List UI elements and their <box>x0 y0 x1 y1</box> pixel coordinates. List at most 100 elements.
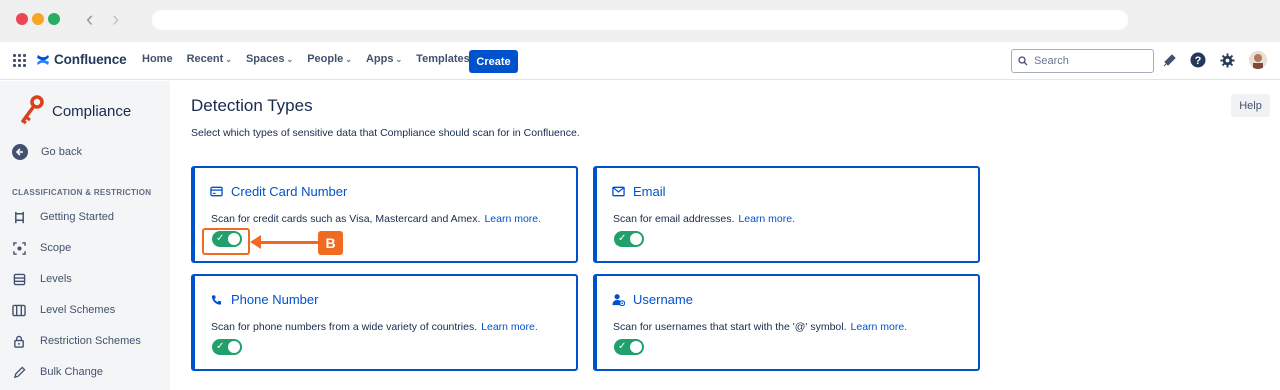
sidebar-item-level-schemes[interactable]: Level Schemes <box>12 303 115 317</box>
chevron-down-icon: ⌄ <box>345 54 352 64</box>
app-window: ‹ › Confluence Home Recent ⌄ Spaces ⌄ People ⌄… <box>0 0 1280 390</box>
go-back-link[interactable]: Go back <box>12 144 82 160</box>
browser-chrome: ‹ › <box>0 0 1280 42</box>
check-icon: ✓ <box>216 341 225 352</box>
detection-card-email: Email Scan for email addresses. Learn more… <box>593 166 980 263</box>
scope-icon <box>12 241 26 255</box>
flag-icon <box>12 210 26 224</box>
nav-item-label: Templates <box>416 53 470 65</box>
compliance-key-logo-icon <box>21 95 44 125</box>
close-window-button[interactable] <box>16 13 28 25</box>
app-title: Compliance <box>52 103 132 120</box>
nav-item-label: Recent <box>186 53 224 65</box>
card-description: Scan for phone numbers from a wide varie… <box>211 321 538 333</box>
envelope-icon <box>611 185 625 199</box>
learn-more-link[interactable]: Learn more. <box>484 213 541 225</box>
sidebar-item-levels[interactable]: Levels <box>12 272 72 286</box>
card-title: Email <box>633 184 666 199</box>
lock-icon <box>12 334 26 348</box>
toggle-knob <box>630 341 642 353</box>
confluence-logo-icon <box>37 54 49 65</box>
card-description: Scan for email addresses. Learn more. <box>613 213 795 225</box>
help-icon[interactable]: ? <box>1189 51 1207 69</box>
detection-card-phone-number: Phone Number Scan for phone numbers from … <box>191 274 578 371</box>
maximize-window-button[interactable] <box>48 13 60 25</box>
check-icon: ✓ <box>618 341 627 352</box>
sidebar-item-scope[interactable]: Scope <box>12 241 71 255</box>
toggle-knob <box>228 341 240 353</box>
nav-item-recent[interactable]: Recent ⌄ <box>187 53 232 65</box>
check-icon: ✓ <box>618 233 627 244</box>
card-header: Username <box>611 292 693 307</box>
card-description: Scan for usernames that start with the '… <box>613 321 907 333</box>
sidebar-section-heading: CLASSIFICATION & RESTRICTION <box>12 188 152 197</box>
learn-more-link[interactable]: Learn more. <box>481 321 538 333</box>
go-back-label: Go back <box>41 146 82 158</box>
level-schemes-icon <box>12 303 26 317</box>
card-description-text: Scan for credit cards such as Visa, Mast… <box>211 213 481 225</box>
credit-card-icon <box>209 185 223 199</box>
pencil-icon <box>12 365 26 379</box>
search-icon <box>1018 56 1028 66</box>
card-description: Scan for credit cards such as Visa, Mast… <box>211 213 541 225</box>
nav-menu: Home Recent ⌄ Spaces ⌄ People ⌄ Apps ⌄ Templates <box>142 53 484 65</box>
confluence-logo[interactable]: Confluence <box>36 52 127 67</box>
sidebar-item-getting-started[interactable]: Getting Started <box>12 210 114 224</box>
card-description-text: Scan for usernames that start with the '… <box>613 321 847 333</box>
search-input[interactable]: Search <box>1011 49 1154 73</box>
address-bar[interactable] <box>152 10 1128 30</box>
detection-toggle[interactable]: ✓ <box>614 231 644 247</box>
detection-toggle[interactable]: ✓ <box>212 339 242 355</box>
learn-more-link[interactable]: Learn more. <box>851 321 908 333</box>
sidebar-item-label: Getting Started <box>40 211 114 223</box>
help-button[interactable]: Help <box>1231 94 1270 117</box>
top-navigation: Confluence Home Recent ⌄ Spaces ⌄ People ⌄ Apps… <box>0 42 1280 80</box>
chevron-down-icon: ⌄ <box>395 54 403 64</box>
levels-icon <box>12 272 26 286</box>
annotation-badge: B <box>318 231 343 255</box>
svg-text:?: ? <box>1195 55 1202 67</box>
annotation-highlight-box <box>202 228 250 255</box>
toggle-knob <box>630 233 642 245</box>
nav-item-home[interactable]: Home <box>142 53 173 65</box>
detection-toggle[interactable]: ✓ <box>614 339 644 355</box>
card-title: Username <box>633 292 693 307</box>
create-button[interactable]: Create <box>469 50 518 73</box>
sidebar-item-label: Level Schemes <box>40 304 116 316</box>
nav-item-spaces[interactable]: Spaces ⌄ <box>246 53 293 65</box>
settings-gear-icon[interactable] <box>1218 51 1236 69</box>
card-description-text: Scan for email addresses. <box>613 213 735 225</box>
browser-forward-icon[interactable]: › <box>112 8 119 30</box>
browser-back-icon[interactable]: ‹ <box>86 8 93 30</box>
phone-icon <box>209 293 223 307</box>
sidebar-item-label: Levels <box>40 273 72 285</box>
notifications-icon[interactable] <box>1161 51 1179 69</box>
user-avatar[interactable] <box>1249 51 1267 69</box>
nav-item-label: Spaces <box>245 53 285 65</box>
sidebar-item-label: Restriction Schemes <box>40 335 141 347</box>
sidebar: Compliance Go back CLASSIFICATION & REST… <box>0 81 170 390</box>
sidebar-item-label: Scope <box>40 242 72 254</box>
page-title: Detection Types <box>191 96 313 115</box>
card-header: Credit Card Number <box>209 184 347 199</box>
nav-item-label: People <box>307 53 344 65</box>
learn-more-link[interactable]: Learn more. <box>738 213 795 225</box>
app-switcher-icon[interactable] <box>13 54 27 68</box>
minimize-window-button[interactable] <box>32 13 44 25</box>
card-header: Phone Number <box>209 292 318 307</box>
card-title: Phone Number <box>231 292 319 307</box>
detection-card-username: Username Scan for usernames that start wi… <box>593 274 980 371</box>
nav-item-people[interactable]: People ⌄ <box>307 53 352 65</box>
nav-item-templates[interactable]: Templates <box>416 53 470 65</box>
chevron-down-icon: ⌄ <box>225 54 232 64</box>
sidebar-item-bulk-change[interactable]: Bulk Change <box>12 365 103 379</box>
sidebar-item-restriction-schemes[interactable]: Restriction Schemes <box>12 334 141 348</box>
chevron-down-icon: ⌄ <box>286 54 294 64</box>
nav-item-apps[interactable]: Apps ⌄ <box>366 53 402 65</box>
nav-item-label: Apps <box>365 53 394 65</box>
arrow-left-icon <box>12 144 28 160</box>
card-title: Credit Card Number <box>231 184 348 199</box>
logo-text: Confluence <box>54 52 127 67</box>
card-header: Email <box>611 184 666 199</box>
card-description-text: Scan for phone numbers from a wide varie… <box>211 321 478 333</box>
